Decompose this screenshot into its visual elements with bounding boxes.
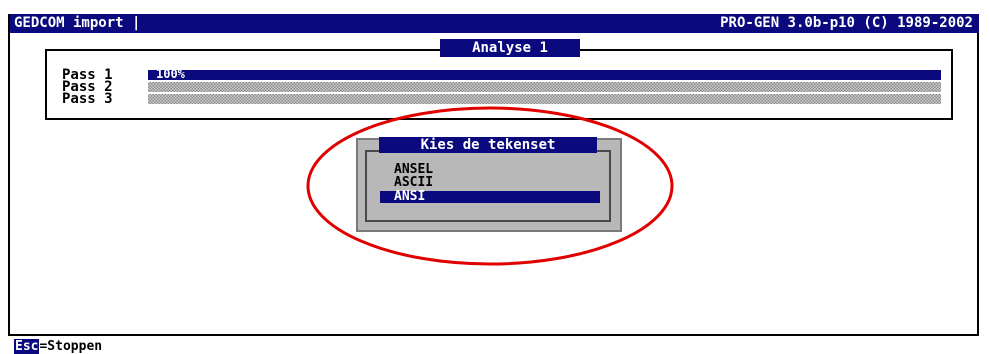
status-bar: Esc=Stoppen [14,339,103,354]
pass-1-progress-fill [148,70,941,80]
title-bar: GEDCOM import | PRO-GEN 3.0b-p10 (C) 198… [10,14,979,33]
charset-dialog-title: Kies de tekenset [379,137,597,153]
stop-label: =Stoppen [39,339,103,354]
analyse-title: Analyse 1 [440,39,580,57]
charset-option-ansi[interactable]: ANSI [380,190,600,203]
app-title: GEDCOM import | [14,15,141,31]
pass-3-progress-bar [148,94,941,104]
pass-1-progress-text: 100% [156,67,185,81]
pass-1-progress-bar: 100% [148,67,941,81]
pass-2-progress-bar [148,82,941,92]
pass-3-label: Pass 3 [62,91,113,107]
esc-key-hint[interactable]: Esc [14,339,40,354]
charset-option-ascii[interactable]: ASCII [380,176,600,189]
version-info: PRO-GEN 3.0b-p10 (C) 1989-2002 [720,15,973,31]
